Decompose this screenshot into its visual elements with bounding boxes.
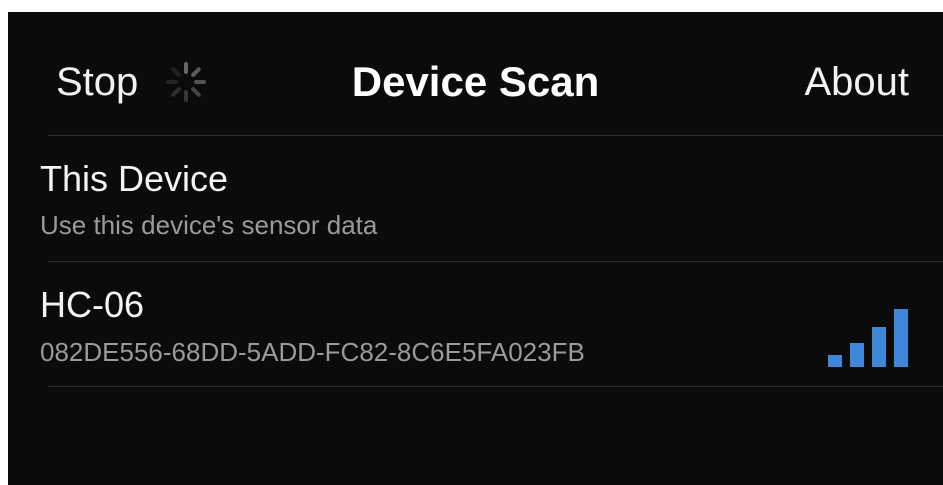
nav-left-group: Stop — [56, 58, 210, 106]
row-divider — [48, 386, 943, 387]
nav-right-group: About — [804, 58, 909, 106]
signal-bar-2 — [850, 343, 864, 367]
device-name: This Device — [40, 158, 229, 199]
about-button[interactable]: About — [804, 58, 909, 106]
signal-bar-3 — [872, 327, 886, 367]
device-row-this-device[interactable]: This Device Use this device's sensor dat… — [8, 136, 943, 261]
signal-bar-4 — [894, 309, 908, 367]
spinner-icon — [166, 62, 207, 102]
signal-bar-1 — [828, 355, 842, 367]
device-scan-screen: Stop Device Scan About This Device Use t… — [8, 12, 943, 485]
device-uuid: 082DE556-68DD-5ADD-FC82-8C6E5FA023FB — [40, 337, 585, 367]
device-row-hc-06[interactable]: HC-06 082DE556-68DD-5ADD-FC82-8C6E5FA023… — [8, 262, 943, 386]
device-subtitle: Use this device's sensor data — [40, 210, 378, 240]
navigation-bar: Stop Device Scan About — [8, 12, 943, 136]
stop-button[interactable]: Stop — [56, 58, 138, 106]
signal-strength-icon — [828, 309, 908, 367]
device-name: HC-06 — [40, 284, 145, 325]
